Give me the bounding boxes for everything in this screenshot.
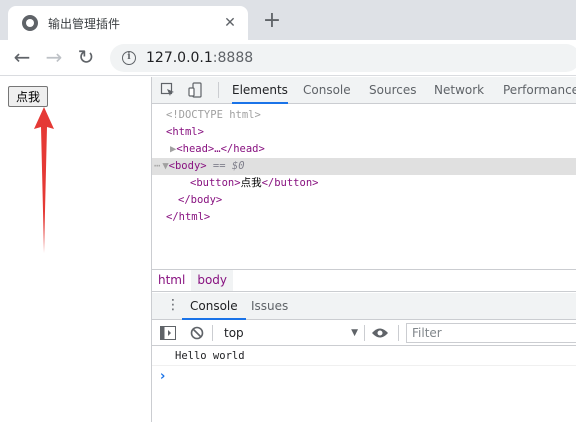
body-node[interactable]: ⋯ ▼<body> == $0 (152, 158, 576, 175)
button-close-tag: </button> (261, 177, 319, 189)
address-bar[interactable]: i 127.0.0.1:8888 (110, 44, 576, 72)
new-tab-button[interactable]: + (262, 10, 282, 34)
button-node[interactable]: <button>点我</button> (190, 175, 318, 192)
console-toolbar: top ▼ Filter (152, 321, 576, 346)
drawer-tab-bar: ⋮ Console Issues (152, 293, 576, 320)
click-me-button[interactable]: 点我 (8, 86, 49, 107)
toolbar-divider (364, 325, 365, 341)
tab-strip: 输出管理插件 ✕ + (0, 0, 576, 40)
toolbar-divider (398, 325, 399, 341)
dropdown-caret-icon: ▼ (351, 328, 358, 338)
toolbar-divider (218, 82, 219, 98)
url-host: 127.0.0.1 (146, 50, 213, 66)
inspect-icon[interactable] (160, 82, 176, 98)
clear-console-icon[interactable] (190, 326, 204, 340)
devtools-panel: Elements Console Sources Network Perform… (152, 77, 576, 422)
selected-marker: == $0 (212, 160, 245, 172)
more-dots-icon[interactable]: ⋯ (154, 160, 160, 172)
console-message: Hello world (152, 347, 576, 366)
console-prompt[interactable]: › (160, 369, 165, 384)
context-value: top (224, 326, 244, 340)
body-tag: <body> (168, 160, 207, 172)
page-viewport: 点我 (0, 77, 152, 422)
filter-input[interactable]: Filter (406, 323, 576, 343)
drawer-tab-console[interactable]: Console (182, 293, 246, 320)
red-arrow-annotation (34, 107, 54, 253)
drawer-menu-icon[interactable]: ⋮ (166, 297, 180, 313)
tab-console[interactable]: Console (303, 77, 351, 104)
device-toggle-icon[interactable] (188, 82, 204, 98)
breadcrumb-body[interactable]: body (191, 270, 234, 291)
breadcrumb: html body (152, 269, 576, 292)
url-port: :8888 (212, 50, 254, 66)
tab-network[interactable]: Network (434, 77, 484, 104)
info-icon[interactable]: i (122, 51, 136, 65)
sidebar-toggle-icon[interactable] (160, 326, 176, 340)
tab-title: 输出管理插件 (48, 16, 121, 31)
tab-performance[interactable]: Performance (503, 77, 576, 104)
html-close-node[interactable]: </html> (166, 209, 210, 226)
globe-icon (22, 15, 38, 31)
toolbar-divider (212, 325, 213, 341)
doctype-node[interactable]: <!DOCTYPE html> (166, 107, 261, 124)
reload-button[interactable]: ↻ (74, 46, 98, 70)
eye-icon[interactable] (371, 327, 389, 339)
html-node[interactable]: <html> (166, 124, 204, 141)
forward-button[interactable]: → (42, 46, 66, 70)
devtools-tab-bar: Elements Console Sources Network Perform… (152, 77, 576, 104)
browser-tab[interactable]: 输出管理插件 ✕ (8, 6, 248, 40)
browser-toolbar: ← → ↻ i 127.0.0.1:8888 (0, 40, 576, 76)
context-select[interactable]: top ▼ (218, 323, 358, 343)
head-tag: <head>…</head> (176, 143, 265, 155)
button-text: 点我 (240, 177, 262, 189)
body-close-node[interactable]: </body> (178, 192, 222, 209)
tab-elements[interactable]: Elements (232, 77, 288, 104)
breadcrumb-html[interactable]: html (152, 270, 191, 291)
drawer-tab-issues[interactable]: Issues (251, 293, 288, 320)
back-button[interactable]: ← (10, 46, 34, 70)
tab-sources[interactable]: Sources (369, 77, 416, 104)
head-node[interactable]: ▶<head>…</head> (170, 141, 265, 158)
url-text: 127.0.0.1:8888 (146, 50, 253, 66)
close-icon[interactable]: ✕ (222, 15, 238, 31)
button-open-tag: <button> (190, 177, 241, 189)
elements-tree: <!DOCTYPE html> <html> ▶<head>…</head> ⋯… (152, 105, 576, 270)
